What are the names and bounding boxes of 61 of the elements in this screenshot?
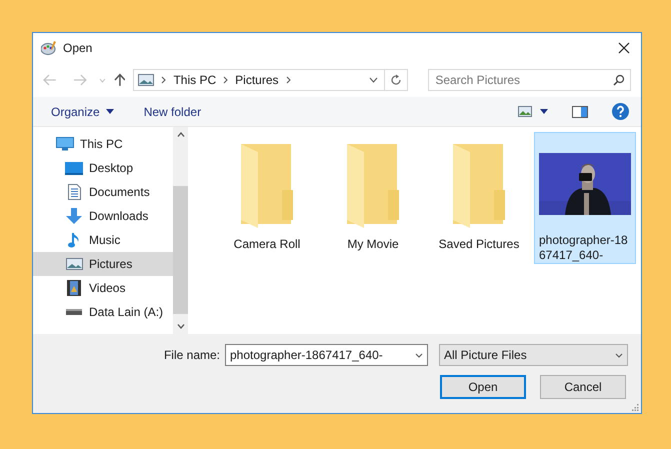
music-note-icon	[68, 232, 80, 248]
breadcrumb[interactable]: Pictures	[235, 71, 279, 89]
picture-icon	[66, 258, 82, 270]
drive-icon	[66, 308, 82, 316]
up-arrow-icon[interactable]	[114, 73, 126, 87]
file-item[interactable]: photographer-1867417_640-	[534, 132, 636, 264]
desktop-icon	[65, 162, 83, 174]
chevron-right-icon[interactable]	[286, 76, 291, 84]
dialog-button[interactable]: Cancel	[540, 375, 626, 399]
down-arrow-icon	[66, 208, 82, 224]
caret-icon	[106, 109, 114, 114]
dialog-button[interactable]: Open	[440, 375, 526, 399]
organize-button[interactable]: Organize	[51, 102, 114, 120]
sidebar-item[interactable]: Documents	[33, 180, 173, 204]
sidebar-item[interactable]: Data Lain (A:)	[33, 300, 173, 324]
file-name-field[interactable]: photographer-1867417_640-	[225, 344, 428, 366]
window-title: Open	[63, 40, 94, 57]
file-item[interactable]: My Movie	[322, 132, 424, 264]
address-bar[interactable]: This PC Pictures	[133, 69, 408, 91]
sidebar-item[interactable]: Pictures	[33, 252, 173, 276]
chevron-right-icon[interactable]	[223, 76, 228, 84]
help-icon[interactable]	[612, 103, 629, 120]
computer-icon	[56, 137, 74, 151]
close-icon[interactable]	[618, 42, 630, 54]
file-name: Saved Pictures	[438, 237, 520, 252]
document-icon	[68, 184, 80, 200]
sidebar-item[interactable]: Music	[33, 228, 173, 252]
sidebar-item[interactable]: Videos	[33, 276, 173, 300]
palette-icon	[41, 41, 57, 55]
new-folder-button[interactable]: New folder	[144, 102, 202, 120]
sidebar-item[interactable]: Desktop	[33, 156, 173, 180]
folder-icon	[344, 144, 402, 228]
sidebar-item[interactable]: This PC	[33, 132, 173, 156]
refresh-icon[interactable]	[390, 74, 402, 86]
search-icon[interactable]	[613, 74, 625, 86]
scrollbar[interactable]	[173, 127, 188, 334]
file-name-label: File name:	[164, 347, 220, 364]
chevron-down-icon[interactable]	[369, 77, 378, 83]
file-name: Camera Roll	[234, 237, 300, 252]
sidebar-item[interactable]: Downloads	[33, 204, 173, 228]
folder-icon	[450, 144, 508, 228]
breadcrumb[interactable]: This PC	[173, 71, 216, 89]
scrollbar-thumb[interactable]	[173, 186, 188, 314]
folder-icon	[238, 144, 296, 228]
view-icon[interactable]	[518, 106, 532, 117]
chevron-down-icon	[615, 352, 623, 358]
file-name: My Movie	[347, 237, 399, 252]
chevron-down-icon[interactable]	[176, 324, 184, 329]
film-icon	[67, 280, 81, 296]
pictures-icon	[138, 74, 154, 86]
file-item[interactable]: Camera Roll	[216, 132, 318, 264]
chevron-up-icon[interactable]	[176, 132, 184, 137]
resize-grip-icon[interactable]	[632, 404, 639, 411]
file-name: photographer-1867417_640-	[539, 233, 629, 263]
caret-icon[interactable]	[540, 109, 548, 114]
file-type-dropdown[interactable]: All Picture Files	[439, 344, 628, 366]
chevron-down-icon[interactable]	[415, 352, 423, 358]
chevron-right-icon[interactable]	[161, 76, 166, 84]
search-field[interactable]: Search Pictures	[428, 69, 631, 91]
preview-pane-icon[interactable]	[572, 106, 588, 118]
file-item[interactable]: Saved Pictures	[428, 132, 530, 264]
